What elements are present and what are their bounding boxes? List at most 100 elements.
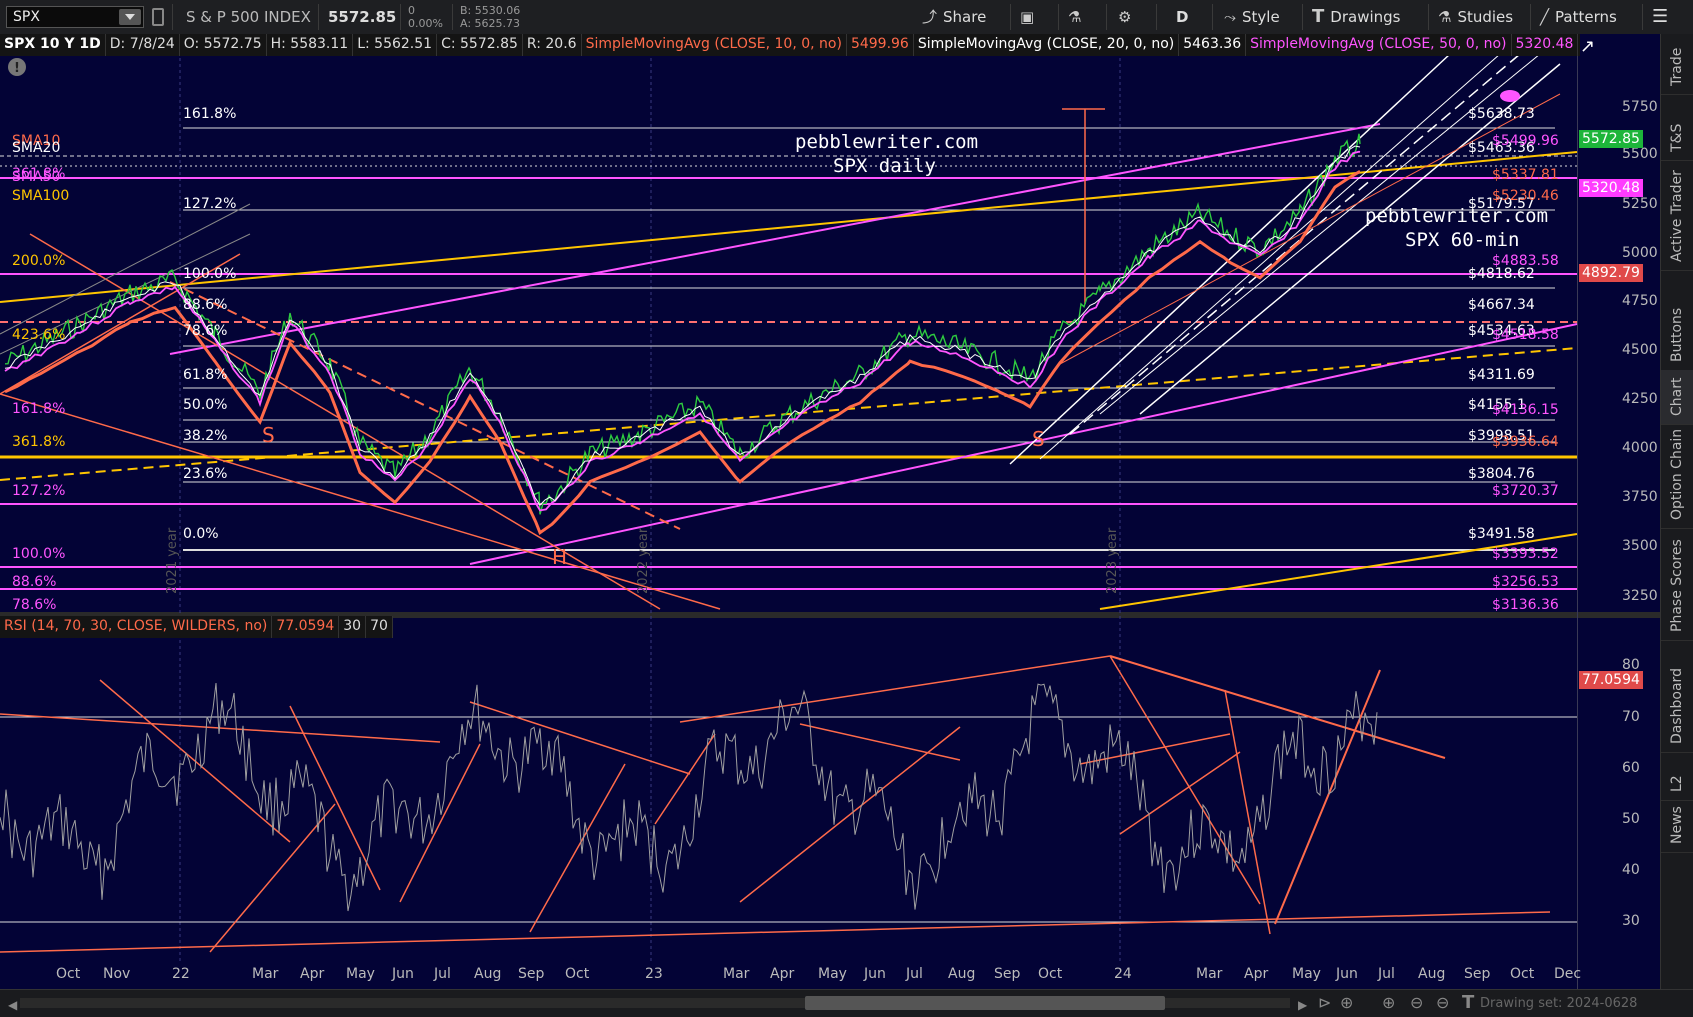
flask-icon: ⚗ (1068, 8, 1082, 26)
annotation-site1: pebblewriter.com (795, 131, 978, 153)
time-axis-tick: Sep (518, 966, 545, 982)
price-axis-tick: 3500 (1622, 538, 1658, 554)
right-level-labels: $5499.96 $5337.81 $5230.46 $4883.58 $4518.58… (1440, 34, 1580, 613)
sma10-value: 5499.96 (847, 34, 914, 56)
scroll-right-icon[interactable]: ▶ (1298, 998, 1307, 1012)
rail-tab-trade[interactable]: Trade (1661, 34, 1693, 95)
level-price-tag: 4892.79 (1579, 264, 1643, 282)
change-pct: 0.00% (408, 17, 443, 30)
aggregation-button[interactable]: D (1176, 4, 1188, 30)
last-price: 5572.85 (328, 8, 397, 26)
patterns-button[interactable]: ╱ Patterns (1540, 4, 1617, 30)
rail-tab-active-trader[interactable]: Active Trader (1661, 160, 1693, 271)
time-axis-tick: Aug (474, 966, 502, 982)
rsi-axis-tick: 40 (1622, 862, 1640, 878)
scroll-left-icon[interactable]: ◀ (8, 998, 17, 1012)
time-axis-tick: Jun (864, 966, 886, 982)
ohlc-low: L: 5562.51 (353, 34, 438, 56)
rail-tab-label: Trade (1669, 47, 1685, 86)
left-level-label: 127.2% (12, 483, 66, 499)
time-axis-tick: Jun (1336, 966, 1358, 982)
fib-percent-label: 161.8% (183, 106, 237, 122)
layout-button[interactable]: ▣ (1020, 4, 1040, 30)
flask-icon: ⚗ (1438, 8, 1452, 26)
rail-tab-chart[interactable]: Chart (1661, 370, 1693, 425)
drawings-button[interactable]: T Drawings (1312, 4, 1400, 30)
rsi-oversold: 30 (339, 616, 367, 638)
rail-tab-buttons[interactable]: Buttons (1661, 270, 1693, 371)
studies-button[interactable]: ⚗ Studies (1438, 4, 1513, 30)
change-value: 0 (408, 4, 415, 17)
rail-tab-label: T&S (1669, 123, 1685, 152)
rsi-label[interactable]: RSI (14, 70, 30, CLOSE, WILDERS, no) (0, 616, 273, 638)
time-axis-tick: Mar (723, 966, 750, 982)
time-axis[interactable]: Oct Nov 22 Mar Apr May Jun Jul Aug Sep Oct 23 Mar Apr… (0, 962, 1581, 988)
right-level-label: $4518.58 (1492, 327, 1559, 343)
time-axis-tick: 24 (1114, 966, 1132, 982)
time-axis-tick: May (346, 966, 375, 982)
crosshair-icon[interactable]: ⊕ (1340, 993, 1353, 1012)
rail-tab-t-s[interactable]: T&S (1661, 94, 1693, 161)
menu-button[interactable]: ☰ (1652, 4, 1668, 30)
time-axis-tick: Jun (392, 966, 414, 982)
annotation-h: H (552, 545, 567, 569)
rail-tab-l2[interactable]: L2 (1661, 752, 1693, 801)
symbol-input[interactable]: SPX (6, 6, 144, 28)
annotation-site1-sub: SPX daily (833, 155, 936, 177)
rail-tab-label: Chart (1669, 377, 1685, 416)
left-level-label: SMA20 (12, 140, 61, 156)
right-level-label: $5499.96 (1492, 133, 1559, 149)
studies-label: Studies (1457, 8, 1514, 26)
scrollbar-thumb[interactable] (805, 996, 1165, 1010)
share-label: Share (943, 8, 987, 26)
right-level-label: $5230.46 (1492, 188, 1559, 204)
sma10-label[interactable]: SimpleMovingAvg (CLOSE, 10, 0, no) (582, 34, 847, 56)
top-toolbar: SPX S & P 500 INDEX 5572.85 0 0.00% B: 5… (0, 0, 1693, 35)
scroll-end-icon[interactable]: ⊳ (1318, 993, 1331, 1012)
symbol-description: S & P 500 INDEX (186, 8, 311, 26)
price-axis-tick: 4750 (1622, 293, 1658, 309)
time-axis-tick: Mar (252, 966, 279, 982)
rail-tab-dashboard[interactable]: Dashboard (1661, 640, 1693, 753)
price-axis[interactable]: 5750 5500 5250 5000 4750 4500 4250 4000 3750 3500… (1580, 34, 1660, 989)
rail-tab-option-chain[interactable]: Option Chain (1661, 424, 1693, 529)
time-axis-tick: Jul (906, 966, 923, 982)
rail-tab-news[interactable]: News (1661, 800, 1693, 853)
price-axis-tick: 5500 (1622, 146, 1658, 162)
time-axis-tick: Nov (103, 966, 131, 982)
left-level-label: 361.8% (12, 434, 66, 450)
style-icon: ⤳ (1224, 8, 1237, 26)
rail-tab-phase-scores[interactable]: Phase Scores (1661, 528, 1693, 641)
time-axis-tick: Oct (1510, 966, 1535, 982)
rsi-axis-tick: 60 (1622, 760, 1640, 776)
price-axis-tick: 3250 (1622, 588, 1658, 604)
share-button[interactable]: ⤴ Share (922, 4, 986, 30)
style-button[interactable]: ⤳ Style (1224, 4, 1280, 30)
chevron-down-icon[interactable] (119, 9, 141, 25)
time-axis-tick: Apr (300, 966, 325, 982)
sma20-label[interactable]: SimpleMovingAvg (CLOSE, 20, 0, no) (914, 34, 1180, 56)
symbol-text: SPX (13, 9, 40, 25)
time-axis-tick: Sep (994, 966, 1021, 982)
time-axis-tick: May (818, 966, 847, 982)
ask-value: A: 5625.73 (460, 17, 521, 30)
sma50-price-tag: 5320.48 (1579, 179, 1643, 197)
time-axis-tick: Jul (1378, 966, 1395, 982)
right-rail: Trade T&S Active Trader Buttons Chart Option … (1660, 34, 1693, 989)
share-icon: ⤴ (922, 8, 938, 26)
time-axis-tick: 22 (172, 966, 190, 982)
drawing-set-label[interactable]: Drawing set: 2024-0628 (1480, 996, 1637, 1011)
rail-tab-label: Dashboard (1669, 668, 1685, 744)
settings-button[interactable]: ⚙ (1118, 4, 1137, 30)
zoom-out-icon[interactable]: ⊖ (1436, 993, 1449, 1012)
link-icon[interactable] (152, 8, 164, 26)
text-t-icon: T (1312, 6, 1325, 27)
text-tool-icon[interactable]: T (1462, 992, 1474, 1013)
fib-percent-label: 88.6% (183, 297, 228, 313)
zoom-in-icon[interactable]: ⊕ (1382, 993, 1395, 1012)
time-axis-tick: Mar (1196, 966, 1223, 982)
time-axis-tick: Oct (56, 966, 81, 982)
zoom-icon[interactable]: ⊖ (1410, 993, 1423, 1012)
left-level-label: 423.6% (12, 327, 66, 343)
flask-button[interactable]: ⚗ (1068, 4, 1087, 30)
